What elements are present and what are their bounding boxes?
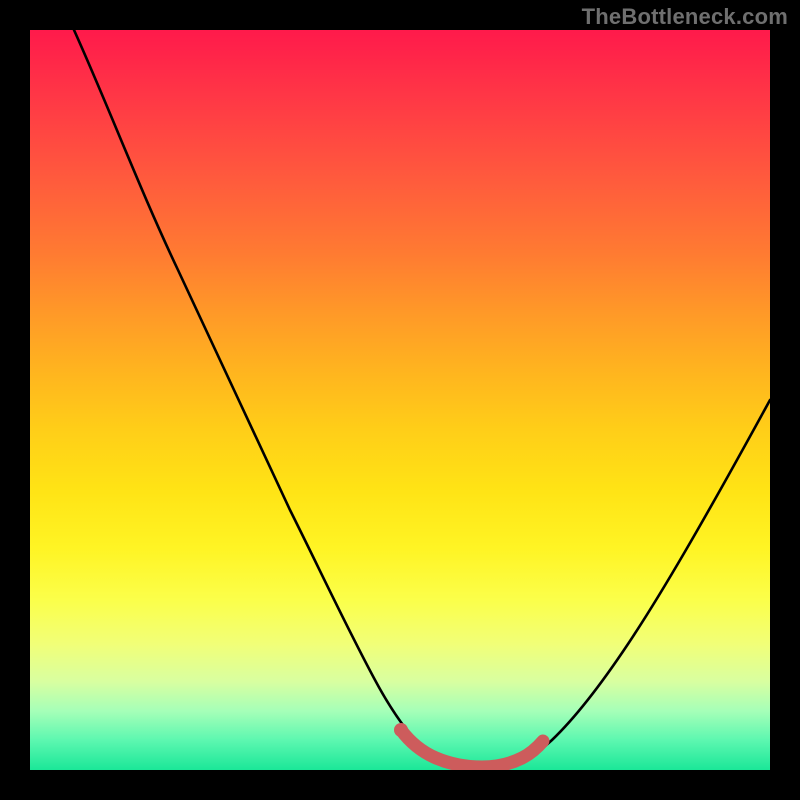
chart-frame: TheBottleneck.com <box>0 0 800 800</box>
chart-plot-area <box>30 30 770 770</box>
chart-svg <box>30 30 770 770</box>
highlight-band-line <box>401 730 543 767</box>
watermark-text: TheBottleneck.com <box>582 4 788 30</box>
bottleneck-curve-line <box>74 30 770 770</box>
